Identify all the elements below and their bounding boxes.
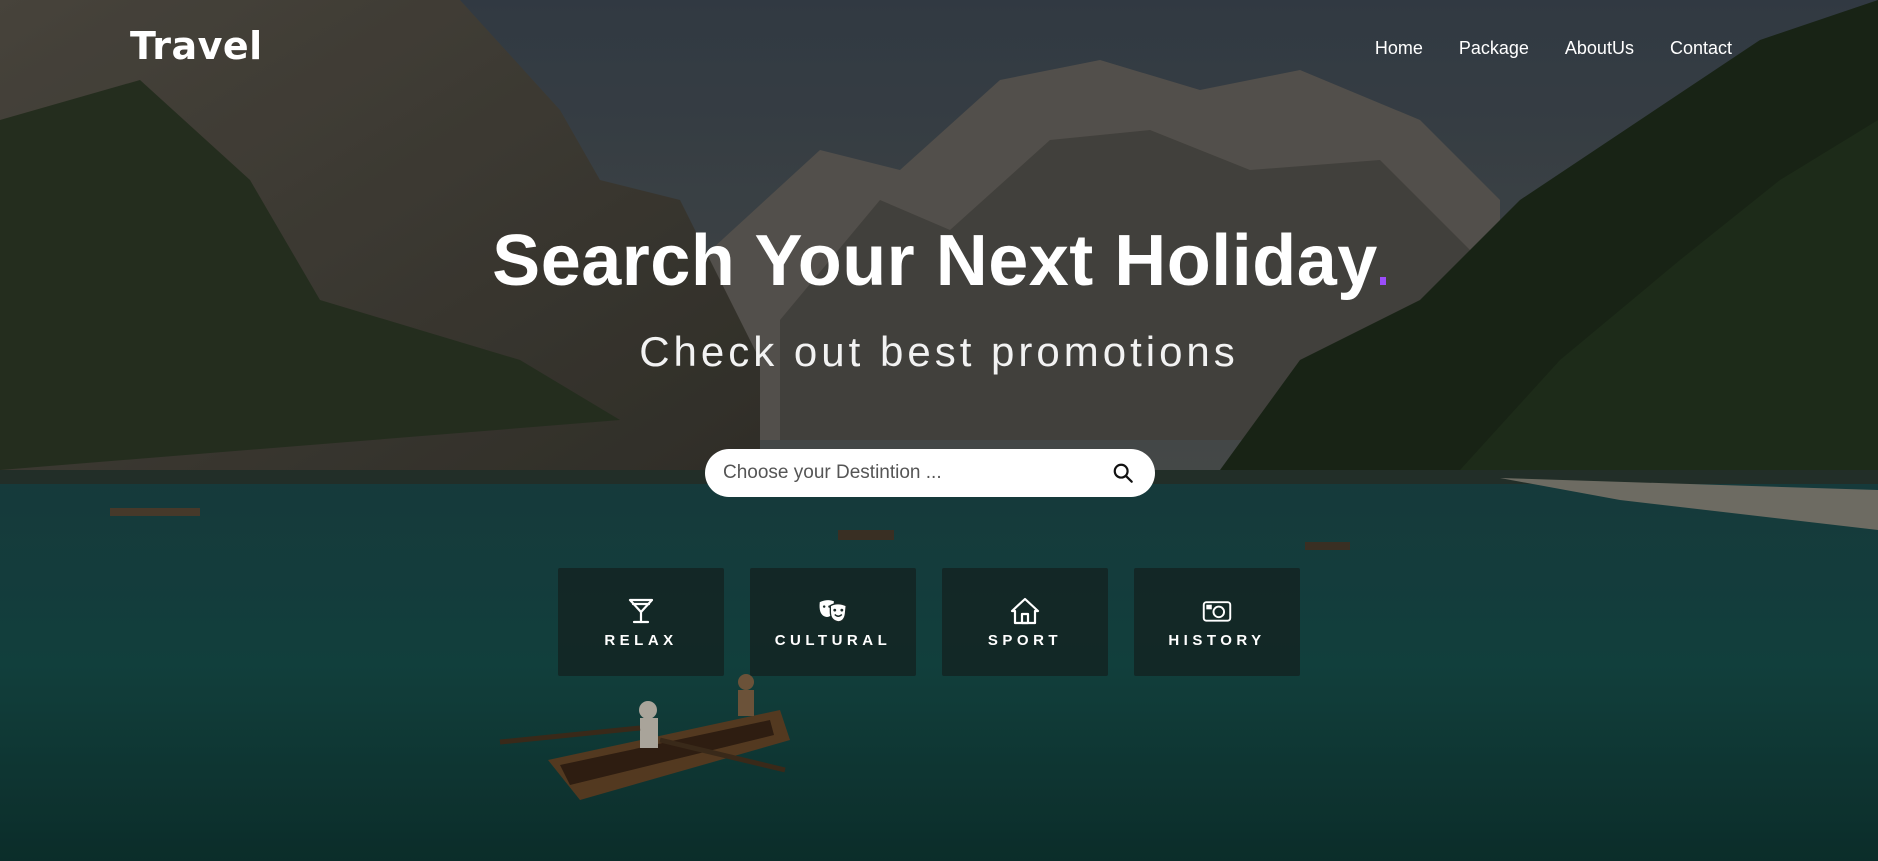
- destination-search-bar: [705, 449, 1155, 497]
- hero-subheadline: Check out best promotions: [639, 328, 1239, 375]
- dark-overlay: [0, 0, 1878, 861]
- search-icon[interactable]: [1111, 461, 1135, 485]
- typing-cursor: [1379, 277, 1386, 285]
- nav-item-package[interactable]: Package: [1459, 38, 1529, 59]
- home-icon: [1010, 596, 1040, 626]
- category-label: CULTURAL: [774, 631, 892, 649]
- category-relax[interactable]: RELAX: [558, 568, 724, 676]
- category-label: RELAX: [604, 631, 678, 649]
- category-list: RELAX CULTURAL SPORT HISTORY: [558, 568, 1300, 676]
- nav-item-aboutus[interactable]: AboutUs: [1565, 38, 1634, 59]
- destination-search-input[interactable]: [723, 462, 1111, 484]
- headline-highlight: Holiday: [1114, 220, 1386, 302]
- category-sport[interactable]: SPORT: [942, 568, 1108, 676]
- category-label: HISTORY: [1168, 631, 1266, 649]
- main-nav: Home Package AboutUs Contact: [1375, 38, 1732, 59]
- theater-masks-icon: [818, 596, 848, 626]
- category-label: SPORT: [987, 631, 1063, 649]
- category-cultural[interactable]: CULTURAL: [750, 568, 916, 676]
- camera-icon: [1202, 596, 1232, 626]
- hero-section: Travel Home Package AboutUs Contact Sear…: [0, 0, 1878, 861]
- headline-prefix: Search Your Next: [492, 221, 1115, 301]
- hero-headline: Search Your Next Holiday: [0, 220, 1878, 302]
- category-history[interactable]: HISTORY: [1134, 568, 1300, 676]
- nav-item-home[interactable]: Home: [1375, 38, 1423, 59]
- nav-item-contact[interactable]: Contact: [1670, 38, 1732, 59]
- cocktail-icon: [626, 596, 656, 626]
- brand-logo[interactable]: Travel: [130, 24, 263, 68]
- headline-highlight-text: Holiday: [1114, 221, 1378, 301]
